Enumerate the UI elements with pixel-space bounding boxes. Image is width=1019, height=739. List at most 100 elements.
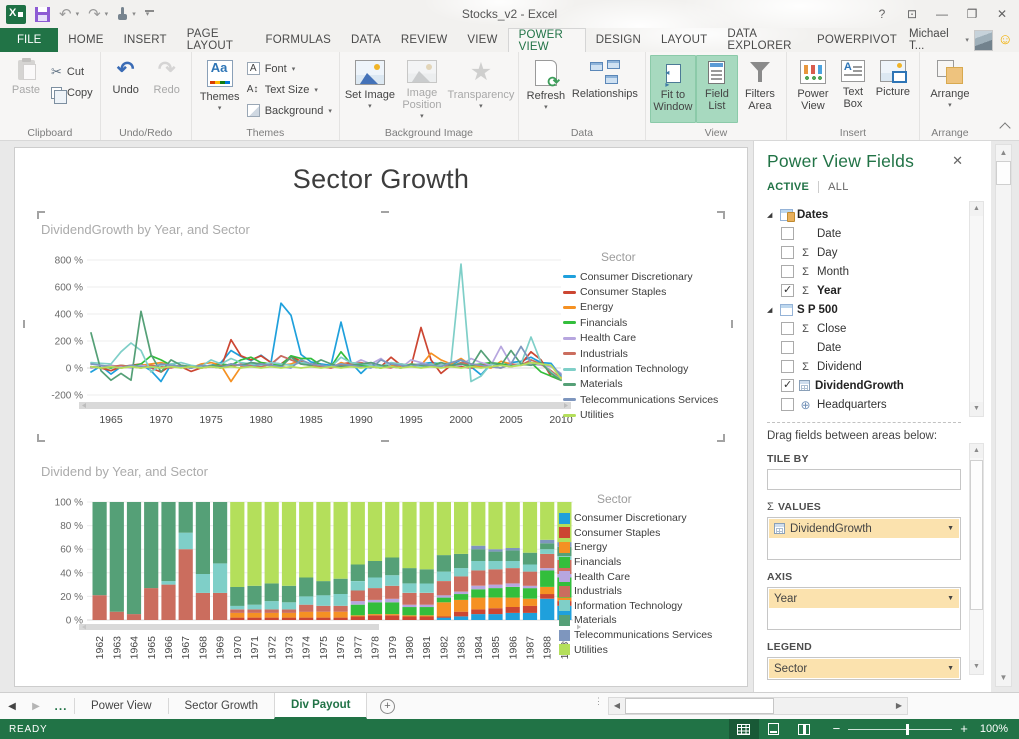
power-view-canvas[interactable]: Sector Growth DividendGrowth by Year, an… <box>14 147 748 687</box>
zoom-slider[interactable] <box>848 729 952 730</box>
expander-icon[interactable]: ◢ <box>767 211 776 219</box>
ribbon-display-options-icon[interactable]: ⊡ <box>897 0 927 28</box>
zoom-level[interactable]: 100% <box>980 723 1008 735</box>
text-size-button[interactable]: A↕ Text Size▾ <box>244 81 335 98</box>
field-checkbox[interactable] <box>781 379 794 392</box>
themes-button[interactable]: Themes ▾ <box>196 55 244 123</box>
stacked-bar-chart[interactable]: 100 %80 %60 %40 %20 %0 %1962196319641965… <box>39 492 584 684</box>
sheet-nav-left-icon[interactable]: ◀ <box>0 693 24 719</box>
power-view-button[interactable]: Power View <box>791 55 835 123</box>
sheet-nav-right-icon[interactable]: ▶ <box>24 693 48 719</box>
tab-power-view[interactable]: POWER VIEW <box>508 28 586 52</box>
legend-item-energy[interactable]: Energy <box>559 540 719 555</box>
scrollbar-thumb[interactable] <box>970 460 983 610</box>
legend-item-utilities[interactable]: Utilities <box>559 642 719 657</box>
normal-view-button[interactable] <box>729 719 759 739</box>
tab-design[interactable]: DESIGN <box>586 28 651 52</box>
field-table-dates[interactable]: ◢Dates <box>767 205 961 224</box>
background-button[interactable]: Background▾ <box>244 102 335 119</box>
field-checkbox[interactable] <box>781 227 794 240</box>
legend-item-health-care[interactable]: Health Care <box>563 331 723 346</box>
field-checkbox[interactable] <box>781 246 794 259</box>
sheet-tab-div-payout[interactable]: Div Payout <box>274 693 367 719</box>
new-sheet-button[interactable]: + <box>367 693 407 719</box>
line-chart[interactable]: 800 %600 %400 %200 %0 %-200 %19651970197… <box>39 250 575 432</box>
zoom-in-icon[interactable]: + <box>960 720 968 738</box>
zoom-slider-handle[interactable] <box>906 724 909 735</box>
tab-data[interactable]: DATA <box>341 28 391 52</box>
field-row-date[interactable]: Date <box>767 224 961 243</box>
drag-areas-scrollbar[interactable]: ▲ ▼ <box>969 443 984 675</box>
paste-button[interactable]: Paste <box>4 55 48 123</box>
legend-dropzone[interactable]: Sector▼ <box>767 657 961 680</box>
selection-handle[interactable] <box>717 434 725 442</box>
field-checkbox[interactable] <box>781 398 794 411</box>
chevron-down-icon[interactable]: ▼ <box>947 595 954 602</box>
expander-icon[interactable]: ◢ <box>767 306 776 314</box>
scrollbar-thumb[interactable] <box>625 698 774 714</box>
legend-item-telecommunications-services[interactable]: Telecommunications Services <box>559 628 719 643</box>
tab-all[interactable]: ALL <box>828 181 848 193</box>
legend-item-consumer-staples[interactable]: Consumer Staples <box>563 284 723 299</box>
scrollbar-thumb[interactable] <box>996 161 1011 185</box>
field-row-date[interactable]: Date <box>767 338 961 357</box>
user-area[interactable]: Michael T... ▾ ☺ <box>909 28 1019 52</box>
legend-item-energy[interactable]: Energy <box>563 300 723 315</box>
tab-layout[interactable]: LAYOUT <box>651 28 717 52</box>
help-icon[interactable]: ? <box>867 0 897 28</box>
sheet-tab-sector-growth[interactable]: Sector Growth <box>169 693 275 719</box>
arrange-button[interactable]: Arrange ▾ <box>924 55 976 123</box>
fit-to-window-button[interactable]: Fit to Window <box>650 55 696 123</box>
legend-item-materials[interactable]: Materials <box>559 613 719 628</box>
bar-chart-tile[interactable]: Dividend by Year, and Sector 100 %80 %60… <box>39 452 723 684</box>
undo-icon[interactable]: ↶ <box>59 7 72 22</box>
legend-item-financials[interactable]: Financials <box>559 555 719 570</box>
relationships-button[interactable]: Relationships <box>569 55 641 123</box>
tab-review[interactable]: REVIEW <box>391 28 458 52</box>
selection-handle[interactable] <box>717 211 725 219</box>
field-row-dividendgrowth[interactable]: DividendGrowth <box>767 376 961 395</box>
maximize-icon[interactable]: ❐ <box>957 0 987 28</box>
field-row-month[interactable]: ΣMonth <box>767 262 961 281</box>
horizontal-scrollbar[interactable]: ◀ ▶ <box>608 697 908 715</box>
field-checkbox[interactable] <box>781 265 794 278</box>
selection-handle[interactable] <box>23 320 25 328</box>
undo-button[interactable]: ↶ Undo <box>105 55 147 123</box>
redo-button[interactable]: ↷ Redo <box>147 55 187 123</box>
legend-item-materials[interactable]: Materials <box>563 377 723 392</box>
scroll-up-icon[interactable]: ▲ <box>970 202 983 216</box>
legend-item-industrials[interactable]: Industrials <box>559 584 719 599</box>
legend-item-consumer-discretionary[interactable]: Consumer Discretionary <box>559 511 719 526</box>
field-checkbox[interactable] <box>781 360 794 373</box>
report-title[interactable]: Sector Growth <box>15 164 747 195</box>
redo-icon[interactable]: ↷ <box>88 7 101 22</box>
excel-app-icon[interactable] <box>6 5 26 24</box>
legend-item-information-technology[interactable]: Information Technology <box>559 599 719 614</box>
legend-item-utilities[interactable]: Utilities <box>563 408 723 423</box>
chevron-down-icon[interactable]: ▼ <box>947 525 954 532</box>
fields-tree-scrollbar[interactable]: ▲ ▼ <box>969 201 984 417</box>
tab-home[interactable]: HOME <box>58 28 113 52</box>
scroll-right-icon[interactable]: ▶ <box>891 698 907 714</box>
tab-powerpivot[interactable]: POWERPIVOT <box>807 28 907 52</box>
picture-button[interactable]: Picture <box>871 55 915 123</box>
save-icon[interactable] <box>35 7 50 22</box>
scroll-up-icon[interactable]: ▲ <box>996 145 1011 161</box>
tab-split-handle[interactable]: ⋮ <box>594 699 603 704</box>
font-button[interactable]: Font▾ <box>244 60 335 77</box>
collapse-ribbon-icon[interactable] <box>999 122 1010 133</box>
field-row-dividend[interactable]: ΣDividend <box>767 357 961 376</box>
field-chip-dividendgrowth[interactable]: DividendGrowth▼ <box>769 519 959 538</box>
refresh-button[interactable]: Refresh ▾ <box>523 55 569 123</box>
legend-item-industrials[interactable]: Industrials <box>563 346 723 361</box>
page-layout-view-button[interactable] <box>759 719 789 739</box>
field-row-day[interactable]: ΣDay <box>767 243 961 262</box>
cut-button[interactable]: ✂ Cut <box>48 63 96 80</box>
minimize-icon[interactable]: — <box>927 0 957 28</box>
tile-by-dropzone[interactable] <box>767 469 961 490</box>
copy-button[interactable]: Copy <box>48 84 96 101</box>
tab-page-layout[interactable]: PAGE LAYOUT <box>177 28 256 52</box>
touch-mode-dropdown-icon[interactable]: ▾ <box>132 10 136 18</box>
sheet-tab-power-view[interactable]: Power View <box>75 693 168 719</box>
field-checkbox[interactable] <box>781 341 794 354</box>
